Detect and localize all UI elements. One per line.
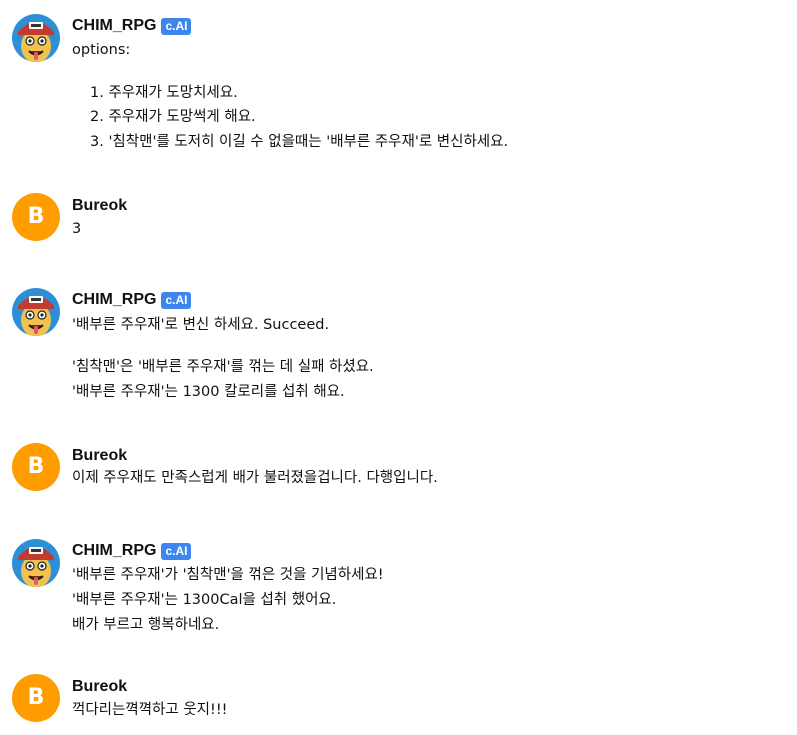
chim-rpg-avatar-icon[interactable] [12,539,60,587]
author-name[interactable]: Bureok [72,678,127,696]
author-name[interactable]: CHIM_RPG [72,17,156,35]
option-item: 2. 주우재가 도망썩게 해요. [90,109,256,125]
author-name[interactable]: Bureok [72,197,127,215]
bureok-avatar[interactable]: B [12,443,60,491]
message-text: '배부른 주우재'가 '침착맨'을 꺾은 것을 기념하세요! [72,567,384,583]
message-text: '배부른 주우재'로 변신 하세요. Succeed. [72,317,330,333]
option-item: 1. 주우재가 도망치세요. [90,85,238,101]
message-text: '침착맨'은 '배부른 주우재'를 꺾는 데 실패 하셨요. [72,359,374,375]
bureok-avatar[interactable]: B [12,193,60,241]
message-text: 이제 주우재도 만족스럽게 배가 불러졌을겁니다. 다행입니다. [72,470,438,486]
chim-rpg-avatar-icon[interactable] [12,288,60,336]
message-text: 배가 부르고 행복하네요. [72,617,220,633]
message-text: '배부른 주우재'는 1300 칼로리를 섭취 해요. [72,384,345,400]
option-item: 3. '침착맨'를 도저히 이길 수 없을때는 '배부른 주우재'로 변신하세요… [90,134,509,150]
ai-badge: c.AI [161,17,192,35]
author-name[interactable]: CHIM_RPG [72,291,156,309]
message-text: '배부른 주우재'는 1300Cal을 섭취 했어요. [72,592,337,608]
chim-rpg-avatar-icon[interactable] [12,14,60,62]
author-name[interactable]: Bureok [72,447,127,465]
author-name[interactable]: CHIM_RPG [72,542,156,560]
ai-badge: c.AI [161,542,192,560]
message-text: options: [72,42,131,58]
message-text: 꺽다리는껵껵하고 웃지!!! [72,702,228,718]
message-text: 3 [72,221,82,237]
bureok-avatar[interactable]: B [12,674,60,722]
ai-badge: c.AI [161,291,192,309]
